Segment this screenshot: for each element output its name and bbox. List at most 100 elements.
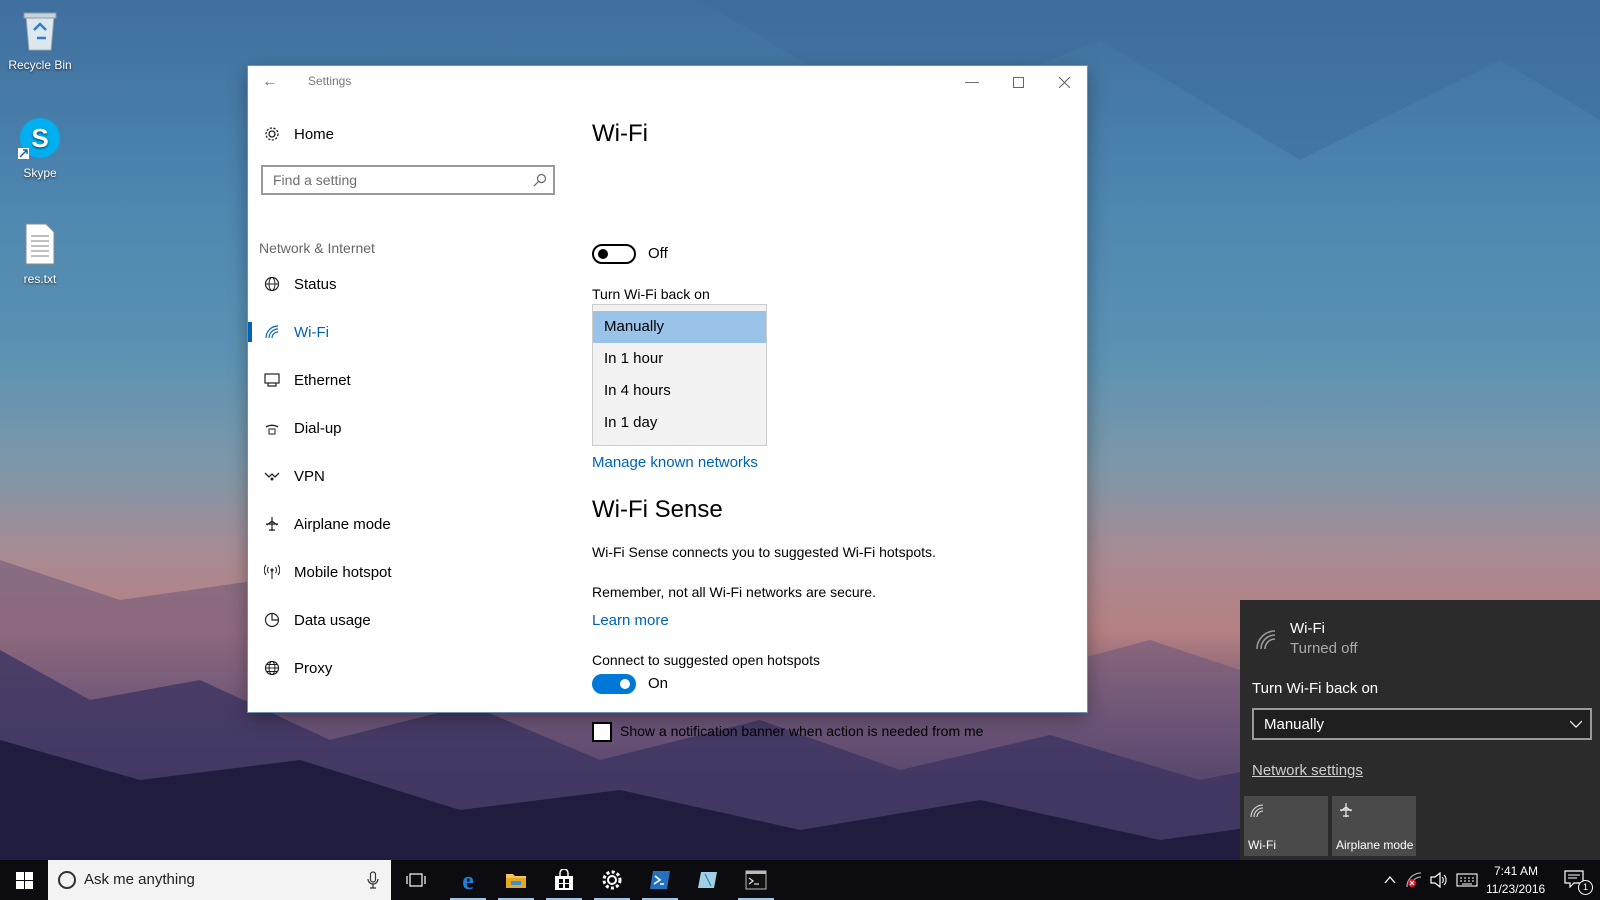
sidebar-item-data-usage[interactable]: Data usage [248, 598, 568, 642]
settings-nav: Home Network & Internet Status Wi-Fi Eth… [248, 98, 568, 712]
ethernet-icon [264, 373, 280, 387]
sidebar-item-label: Data usage [294, 611, 371, 629]
taskbar-app[interactable] [684, 860, 732, 900]
search-input[interactable] [263, 167, 533, 193]
sidebar-item-wifi[interactable]: Wi-Fi [248, 310, 568, 354]
notification-count: 1 [1578, 880, 1593, 895]
back-arrow-icon[interactable]: ← [260, 72, 280, 92]
desktop-icon-skype[interactable]: S Skype [0, 116, 80, 180]
wifi-icon [265, 325, 279, 339]
windows-logo-icon [16, 872, 33, 889]
start-button[interactable] [0, 860, 48, 900]
nav-home[interactable]: Home [264, 118, 334, 150]
minimize-button[interactable]: — [949, 66, 995, 96]
dropdown-option[interactable]: In 4 hours [593, 375, 766, 407]
search-box[interactable] [261, 165, 555, 195]
gear-icon [602, 870, 622, 890]
flyout-select-value: Manually [1264, 716, 1325, 733]
clock-time[interactable]: 7:41 AM [1494, 864, 1538, 878]
turn-back-label: Turn Wi-Fi back on [592, 286, 710, 302]
svg-text:S: S [31, 123, 48, 153]
network-disconnected-icon[interactable] [1406, 872, 1422, 888]
taskbar-settings[interactable] [588, 860, 636, 900]
wifi-quick-action-tile[interactable]: Wi-Fi [1244, 796, 1328, 856]
keyboard-icon[interactable] [1456, 872, 1478, 888]
store-bag-icon [555, 869, 573, 890]
sidebar-item-vpn[interactable]: VPN [248, 454, 568, 498]
maximize-icon [1012, 76, 1024, 88]
proxy-globe-icon [264, 660, 280, 676]
manage-known-networks-link[interactable]: Manage known networks [592, 454, 758, 471]
turn-back-dropdown-list[interactable]: Manually In 1 hour In 4 hours In 1 day [592, 304, 767, 446]
desktop-icon-label: Recycle Bin [8, 58, 72, 72]
cortana-circle-icon [58, 871, 76, 889]
cortana-search-box[interactable]: Ask me anything [48, 860, 391, 900]
sidebar-item-label: VPN [294, 467, 325, 485]
sidebar-item-label: Status [294, 275, 337, 293]
settings-content: Wi-Fi Off Turn Wi-Fi back on Manually In… [592, 98, 1072, 742]
sidebar-item-label: Wi-Fi [294, 323, 329, 341]
wifi-sense-warning: Remember, not all Wi-Fi networks are sec… [592, 584, 876, 600]
airplane-mode-quick-action-tile[interactable]: Airplane mode [1332, 796, 1416, 856]
task-view-icon [406, 873, 426, 887]
desktop-icon-label: res.txt [23, 272, 57, 286]
hotspots-label: Connect to suggested open hotspots [592, 652, 821, 668]
sidebar-item-mobile-hotspot[interactable]: Mobile hotspot [248, 550, 568, 594]
close-button[interactable] [1041, 66, 1087, 96]
taskbar-powershell[interactable] [636, 860, 684, 900]
microphone-icon[interactable] [367, 871, 379, 889]
command-prompt-icon [745, 870, 767, 890]
task-view-button[interactable] [392, 860, 440, 900]
sidebar-item-label: Mobile hotspot [294, 563, 392, 581]
wifi-off-icon [1256, 630, 1276, 650]
close-icon [1058, 76, 1070, 89]
chevron-up-icon[interactable] [1384, 874, 1396, 886]
notification-banner-checkbox[interactable] [592, 722, 612, 742]
network-flyout: Wi-Fi Turned off Turn Wi-Fi back on Manu… [1240, 600, 1600, 860]
title-bar: ← Settings — [248, 66, 1087, 98]
active-indicator [248, 322, 252, 342]
nav-home-label: Home [294, 125, 335, 143]
dropdown-option[interactable]: Manually [593, 311, 766, 343]
taskbar: Ask me anything e 7:41 AM 11/23/2016 1 [0, 860, 1600, 900]
chevron-down-icon [1570, 720, 1582, 728]
sidebar-item-proxy[interactable]: Proxy [248, 646, 568, 690]
hotspots-toggle-state: On [648, 675, 669, 692]
taskbar-store[interactable] [540, 860, 588, 900]
recycle-bin-icon [23, 12, 57, 51]
sidebar-item-dialup[interactable]: Dial-up [248, 406, 568, 450]
sidebar-item-ethernet[interactable]: Ethernet [248, 358, 568, 402]
network-settings-link[interactable]: Network settings [1252, 762, 1363, 779]
dropdown-option[interactable]: In 1 day [593, 407, 766, 439]
wifi-toggle-state: Off [648, 245, 668, 262]
settings-window: ← Settings — Home Network & Internet [248, 66, 1087, 742]
hotspots-toggle[interactable] [592, 674, 636, 694]
wifi-icon [1250, 804, 1264, 818]
text-file-icon [25, 223, 55, 265]
wifi-heading: Wi-Fi [592, 120, 648, 147]
learn-more-link[interactable]: Learn more [592, 612, 669, 629]
data-usage-icon [264, 612, 280, 628]
svg-text:e: e [462, 868, 474, 892]
edge-icon: e [462, 868, 474, 892]
wifi-toggle[interactable] [592, 244, 636, 264]
clock-date[interactable]: 11/23/2016 [1486, 882, 1545, 896]
desktop-icon-label: Skype [23, 166, 57, 180]
maximize-button[interactable] [995, 66, 1041, 96]
action-center-button[interactable]: 1 [1554, 860, 1600, 900]
sidebar-item-airplane-mode[interactable]: Airplane mode [248, 502, 568, 546]
sidebar-item-status[interactable]: Status [248, 262, 568, 306]
volume-icon[interactable] [1430, 872, 1448, 888]
taskbar-edge[interactable]: e [444, 860, 492, 900]
sidebar-item-label: Proxy [294, 659, 333, 677]
desktop-icon-recycle-bin[interactable]: Recycle Bin [0, 8, 80, 72]
flyout-turn-back-select[interactable]: Manually [1252, 708, 1592, 740]
tile-label: Airplane mode [1336, 838, 1414, 852]
search-icon[interactable] [533, 173, 547, 187]
window-title: Settings [308, 74, 352, 88]
taskbar-command-prompt[interactable] [732, 860, 780, 900]
dropdown-option[interactable]: In 1 hour [593, 343, 766, 375]
desktop-icon-res-txt[interactable]: res.txt [0, 222, 80, 286]
airplane-icon [1340, 803, 1352, 817]
taskbar-file-explorer[interactable] [492, 860, 540, 900]
